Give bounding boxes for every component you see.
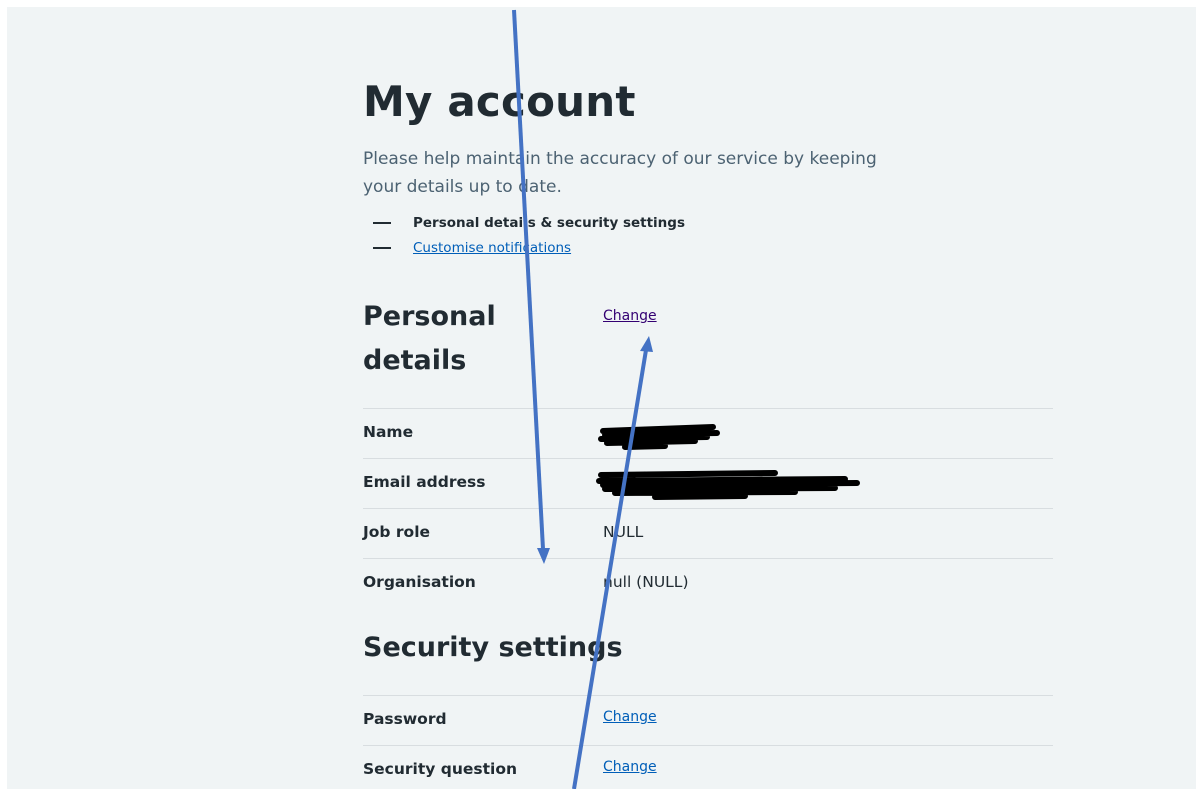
annotation-arrow-up	[572, 336, 653, 789]
annotation-arrow-down	[512, 9, 550, 564]
annotation-arrows	[512, 9, 653, 789]
